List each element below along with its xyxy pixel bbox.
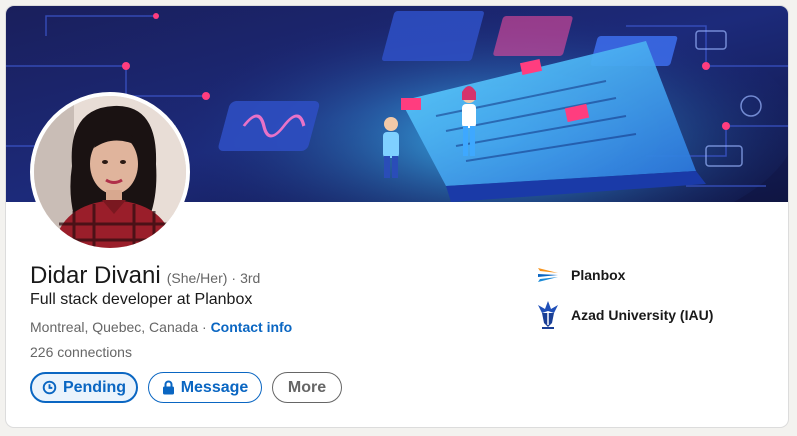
profile-name: Didar Divani <box>30 262 161 289</box>
clock-icon <box>42 380 57 395</box>
location-row: Montreal, Quebec, Canada · Contact info <box>30 319 292 335</box>
separator-dot: · <box>202 319 207 335</box>
lock-icon <box>162 380 175 395</box>
contact-info-link[interactable]: Contact info <box>211 319 293 335</box>
azad-university-logo <box>536 299 560 331</box>
more-label: More <box>287 378 327 396</box>
name-row: Didar Divani (She/Her) · 3rd <box>30 262 260 290</box>
more-button[interactable]: More <box>272 372 342 403</box>
profile-actions: Pending Message More <box>30 372 342 403</box>
org-item-azad-university[interactable]: Azad University (IAU) <box>536 299 713 331</box>
profile-avatar[interactable] <box>30 92 190 252</box>
org-name: Azad University (IAU) <box>571 307 714 323</box>
pending-button[interactable]: Pending <box>30 372 138 403</box>
pronouns: (She/Her) <box>166 270 228 286</box>
connections-count[interactable]: 226 connections <box>30 344 132 360</box>
pending-label: Pending <box>62 378 127 396</box>
connection-degree: 3rd <box>240 270 261 286</box>
separator-dot: · <box>231 270 237 286</box>
profile-headline: Full stack developer at Planbox <box>30 291 253 308</box>
message-button[interactable]: Message <box>148 372 262 403</box>
planbox-logo <box>536 259 560 291</box>
org-item-planbox[interactable]: Planbox <box>536 259 625 291</box>
profile-card: Didar Divani (She/Her) · 3rd Full stack … <box>5 5 789 428</box>
org-name: Planbox <box>571 267 626 283</box>
profile-location: Montreal, Quebec, Canada <box>30 319 199 335</box>
profile-photo <box>34 96 186 248</box>
message-label: Message <box>180 378 249 396</box>
